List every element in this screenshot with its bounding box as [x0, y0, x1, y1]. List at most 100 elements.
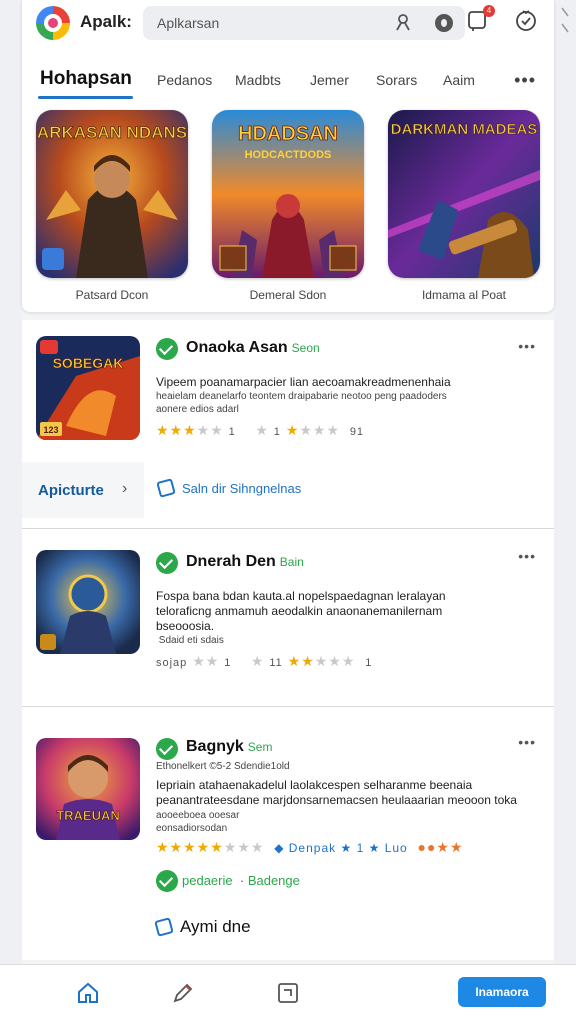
rating-mid-1: 1	[273, 426, 281, 438]
app-thumbnail-3: TRAEUAN	[36, 738, 140, 840]
verified-icon	[156, 552, 178, 574]
star-empty-icon: ★	[255, 422, 269, 438]
rating-left-2: 1	[224, 657, 232, 669]
sidebar-tab-apps[interactable]: Apicturte ›	[22, 462, 144, 518]
star-empty-icon: ★	[250, 653, 265, 669]
sidebar-tab-label: Apicturte	[38, 482, 104, 499]
star-empty-icon: ★★★	[314, 653, 356, 669]
tab-2[interactable]: Madbts	[235, 72, 281, 88]
link-icon	[156, 478, 176, 498]
search-placeholder: Aplkarsan	[157, 15, 220, 31]
app-desc-line-2: heaielam deanelarfo teontem draipabarie …	[156, 391, 447, 402]
bottom-nav: Inamaora	[0, 964, 576, 1024]
category-tabs: Hohapsan Pedanos Madbts Jemer Sorars Aai…	[22, 60, 554, 102]
status-label-3: pedaerie · Badenge	[182, 873, 300, 888]
app-title-text-1: Onaoka Asan	[186, 339, 288, 356]
app-desc-line-1: Iepriain atahaenakadelul laolakcespen se…	[156, 779, 473, 792]
app-action-link-3[interactable]: Aymi dne	[154, 917, 251, 937]
app-title-text-2: Dnerah Den	[186, 553, 276, 570]
edit-icon[interactable]	[171, 981, 195, 1005]
app-tag-2: Bain	[279, 555, 304, 569]
featured-image-sub-2: HODCACTDODS	[245, 149, 332, 161]
app-subtitle-3: Ethonelkert ©5-2 Sdendie1old	[156, 761, 290, 772]
app-sub-line-2: Sdaid eti sdais	[156, 635, 224, 646]
tab-1[interactable]: Pedanos	[157, 72, 212, 88]
active-tab-indicator	[38, 96, 133, 99]
app-desc-line-3: aooeeboea ooesar	[156, 810, 240, 821]
developer-badge-num: 1	[356, 841, 365, 855]
app-title-3[interactable]: Bagnyk Sem	[186, 738, 272, 756]
app-desc-line-2: peanantrateesdane marjdonsarnemacsen heu…	[156, 794, 517, 807]
more-tabs-icon[interactable]: •••	[514, 70, 536, 91]
developer-badge-text: Denpak	[288, 841, 337, 855]
app-sub-line-3: eonsadiorsodan	[156, 823, 228, 834]
status-extra-text: Badenge	[247, 873, 300, 888]
featured-image-text-3: DARKMAN MADEAS	[391, 121, 538, 138]
app-logo-icon[interactable]	[36, 6, 70, 40]
divider	[22, 528, 554, 529]
user-icon[interactable]	[393, 12, 413, 32]
app-thumb-text-1: SOBEGAK	[53, 355, 124, 371]
verified-icon	[156, 870, 178, 892]
developer-badge[interactable]: ◆ Denpak ★ 1 ★ Luo	[274, 841, 408, 855]
featured-image-text-1: DARKASAN NDANSU	[36, 123, 188, 142]
star-empty-icon: ★★★	[223, 839, 265, 855]
developer-badge-extra: Luo	[384, 841, 408, 855]
rating-row-1: ★★★★★ 1 ★ 1 ★★★★ 91	[156, 422, 364, 439]
featured-image-text-2: HDADSAN	[238, 123, 338, 145]
link-icon	[154, 917, 174, 937]
featured-image-3: DARKMAN MADEAS	[388, 110, 540, 278]
app-desc-line-3: aonere edios adarl	[156, 404, 239, 415]
featured-caption-2: Demeral Sdon	[249, 288, 327, 302]
featured-tile-3[interactable]: DARKMAN MADEAS Idmama al Poat	[388, 110, 540, 302]
app-thumbnail-1: 123 SOBEGAK	[36, 336, 140, 440]
star-empty-icon: ★★★	[299, 422, 341, 438]
tab-5[interactable]: Aaim	[443, 72, 475, 88]
notification-badge: 4	[483, 5, 495, 17]
app-title-text-3: Bagnyk	[186, 738, 244, 755]
home-icon[interactable]	[76, 981, 100, 1005]
app-thumbnail-2	[36, 550, 140, 654]
rating-text-2: sojap	[156, 657, 188, 669]
install-button[interactable]: Inamaora	[458, 977, 546, 1007]
rating-row-3: ★★★★★★★★ ◆ Denpak ★ 1 ★ Luo ●●★★	[156, 839, 464, 856]
more-options-icon[interactable]: •••	[518, 338, 536, 354]
see-more-link[interactable]: Saln dir Sihngnelnas	[156, 478, 302, 498]
featured-image-2: HDADSAN HODCACTDODS	[212, 110, 364, 278]
star-icon: ★	[285, 422, 300, 438]
featured-caption-1: Patsard Dcon	[75, 288, 149, 302]
app-title-1[interactable]: Onaoka Asan Seon	[186, 339, 320, 357]
app-desc-line-1: Vipeem poanamarpacier lian aecoamakreadm…	[156, 376, 451, 389]
status-label-text: pedaerie	[182, 873, 233, 888]
more-options-icon[interactable]: •••	[518, 734, 536, 750]
notifications-icon[interactable]: 4	[467, 5, 495, 34]
list-item-app-1[interactable]: 123 SOBEGAK Onaoka Asan Seon ••• Vipeem p…	[22, 320, 554, 462]
rating-left-1: 1	[228, 426, 236, 438]
more-options-icon[interactable]: •••	[518, 548, 536, 564]
award-icon: ●●★★	[417, 839, 464, 855]
library-icon[interactable]	[276, 981, 300, 1005]
list-item-app-3[interactable]: TRAEUAN Bagnyk Sem ••• Ethonelkert ©5-2 S…	[22, 708, 554, 958]
voice-search-icon[interactable]	[435, 14, 453, 32]
scrollbar-handle[interactable]	[560, 4, 570, 40]
featured-caption-3: Idmama al Poat	[421, 288, 507, 302]
tab-4[interactable]: Sorars	[376, 72, 417, 88]
search-input[interactable]: Aplkarsan	[143, 6, 465, 40]
rating-right-2: 1	[365, 657, 373, 669]
chevron-right-icon: ›	[122, 480, 128, 497]
see-more-link-text: Saln dir Sihngnelnas	[182, 481, 302, 496]
featured-tile-1[interactable]: DARKASAN NDANSU Patsard Dcon	[36, 110, 188, 302]
list-item-app-2[interactable]: Dnerah Den Bain ••• Fospa bana bdan kauta…	[22, 530, 554, 700]
star-empty-icon: ★★	[196, 422, 224, 438]
star-icon: ★★★	[156, 422, 197, 438]
tab-3[interactable]: Jemer	[310, 72, 349, 88]
featured-tile-2[interactable]: HDADSAN HODCACTDODS Demeral Sdon	[212, 110, 364, 302]
app-desc-line-1: Fospa bana bdan kauta.al nopelspaedagnan…	[156, 590, 446, 603]
star-icon: ★★★★★	[156, 839, 224, 855]
app-thumb-text-3: TRAEUAN	[56, 808, 120, 823]
verified-icon	[156, 338, 178, 360]
updates-icon[interactable]	[514, 8, 538, 34]
app-title-2[interactable]: Dnerah Den Bain	[186, 553, 304, 571]
tab-home[interactable]: Hohapsan	[40, 68, 132, 90]
app-name: Apalk:	[80, 12, 132, 31]
